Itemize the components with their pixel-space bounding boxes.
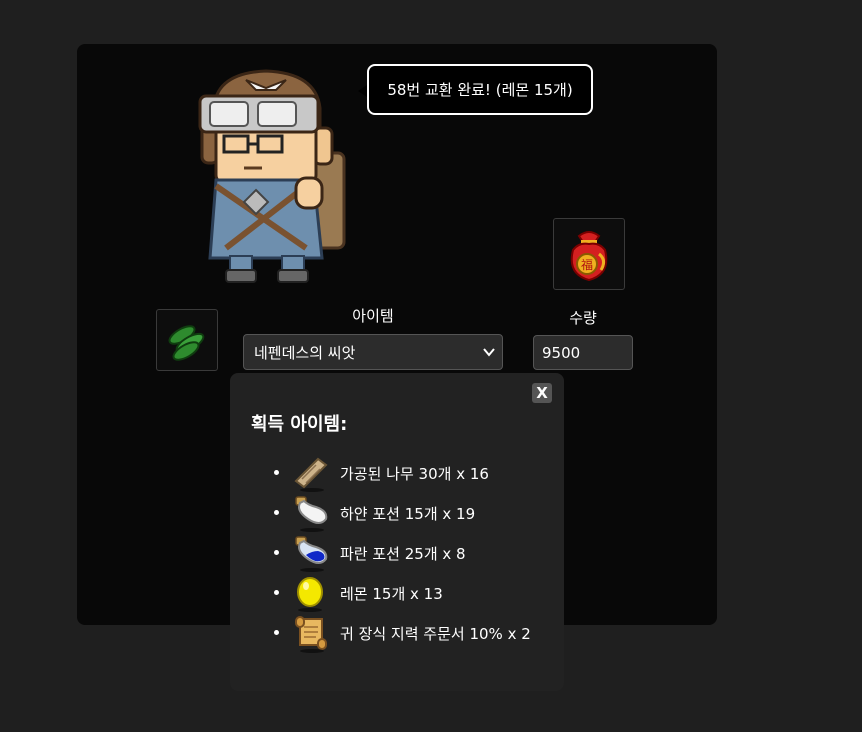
lemon-icon	[297, 577, 323, 612]
wood-plank-icon	[294, 457, 328, 492]
reward-popup: X 획득 아이템: 가공된 나무 30개 x 16 하얀 포션 15개 x 19	[230, 373, 564, 691]
reward-item-slot[interactable]: 福	[553, 218, 625, 290]
lucky-pouch-icon: 福	[570, 231, 608, 282]
list-item: 파란 포션 25개 x 8	[230, 533, 560, 573]
reward-text: 레몬 15개 x 13	[340, 585, 443, 603]
item-select[interactable]: 네펜데스의 씨앗	[243, 334, 503, 370]
reward-text: 하얀 포션 15개 x 19	[340, 505, 476, 523]
bullet	[274, 470, 279, 475]
reward-text: 파란 포션 25개 x 8	[340, 545, 466, 563]
npc-speech-bubble: 58번 교환 완료! (레몬 15개)	[367, 64, 593, 115]
scroll-icon	[295, 616, 327, 653]
list-item: 레몬 15개 x 13	[230, 573, 560, 613]
reward-text: 귀 장식 지력 주문서 10% x 2	[340, 625, 531, 643]
reward-list: 가공된 나무 30개 x 16 하얀 포션 15개 x 19 파란 포션 25개…	[230, 453, 560, 653]
quantity-input[interactable]: 9500	[533, 335, 633, 370]
list-item: 가공된 나무 30개 x 16	[230, 453, 560, 493]
speech-bubble-tail	[358, 85, 367, 97]
bullet	[274, 590, 279, 595]
white-potion-icon	[295, 496, 328, 532]
item-select-value: 네펜데스의 씨앗	[254, 343, 356, 362]
bullet	[274, 510, 279, 515]
popup-title: 획득 아이템:	[251, 414, 348, 435]
svg-text:福: 福	[581, 257, 593, 272]
close-button[interactable]: X	[532, 383, 552, 403]
list-item: 귀 장식 지력 주문서 10% x 2	[230, 613, 560, 653]
quantity-value: 9500	[542, 343, 581, 362]
npc-character-icon	[198, 69, 346, 283]
seed-icon	[168, 325, 205, 361]
quantity-label: 수량	[569, 309, 597, 327]
bullet	[274, 550, 279, 555]
item-label: 아이템	[352, 307, 394, 325]
bullet	[274, 630, 279, 635]
input-item-slot[interactable]	[156, 309, 218, 371]
list-item: 하얀 포션 15개 x 19	[230, 493, 560, 533]
chevron-down-icon	[483, 348, 495, 357]
blue-potion-icon	[295, 536, 328, 572]
reward-text: 가공된 나무 30개 x 16	[340, 465, 489, 483]
